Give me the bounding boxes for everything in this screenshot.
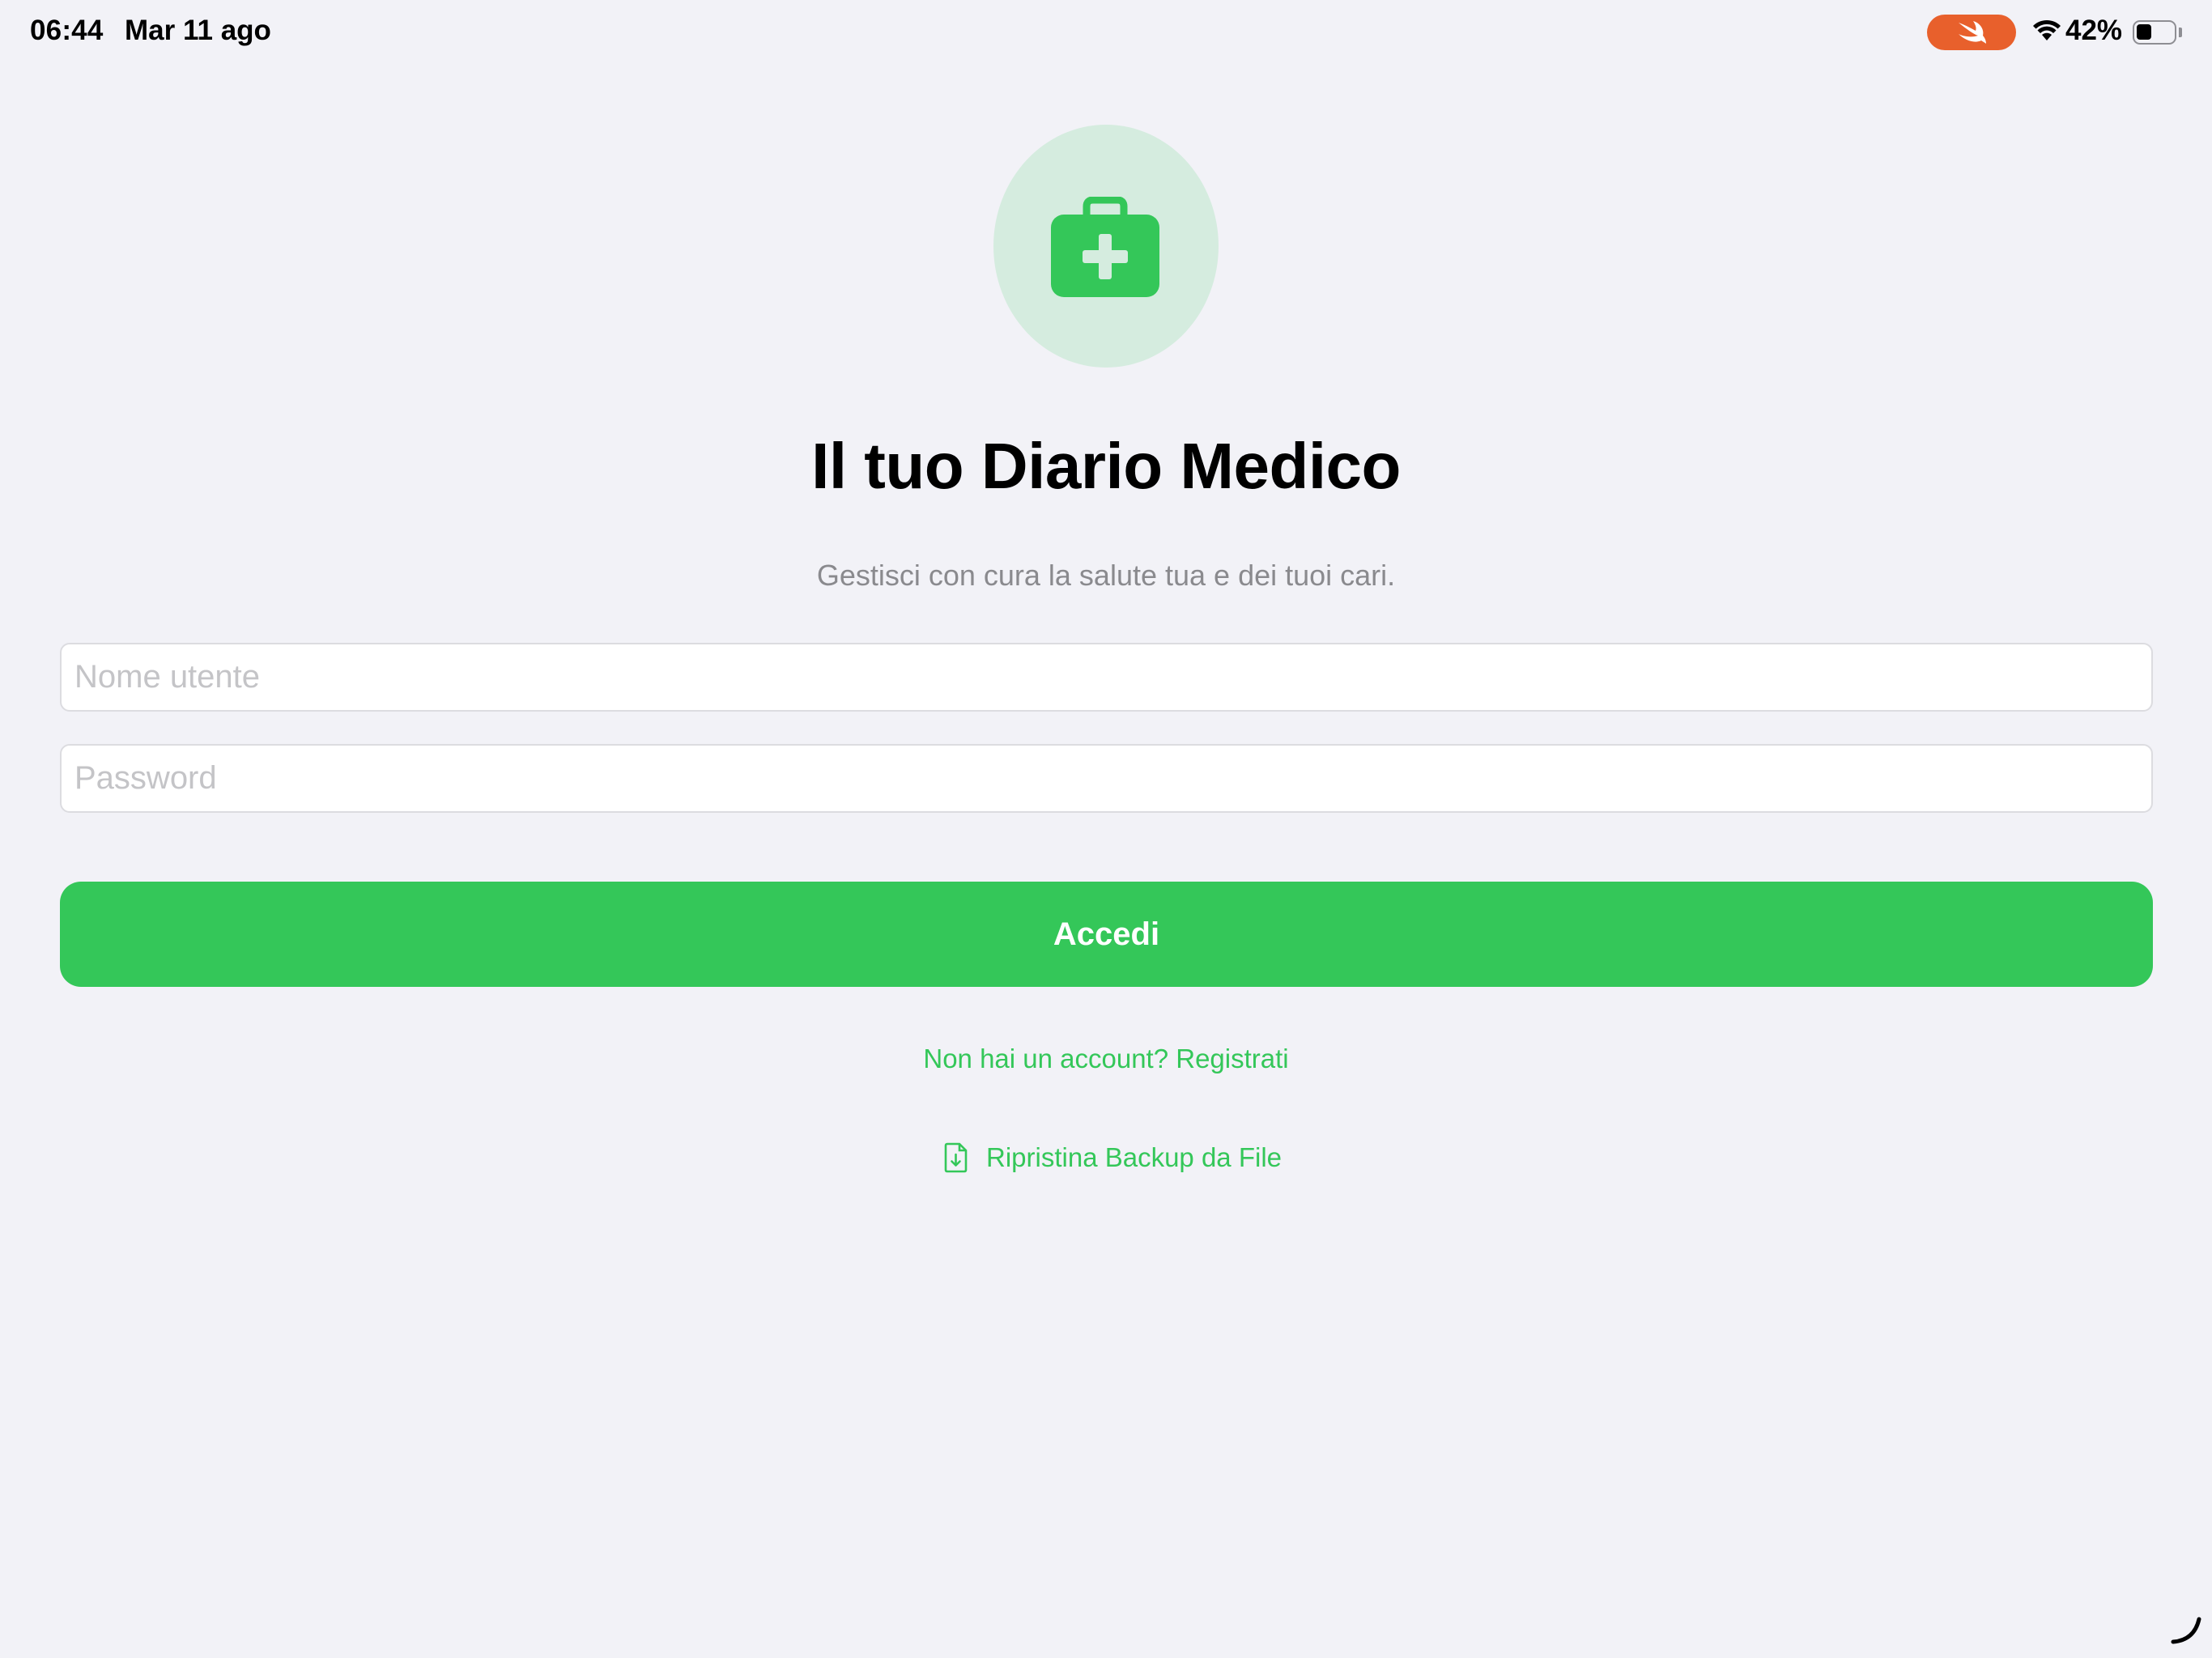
password-field[interactable] bbox=[60, 744, 2153, 813]
restore-backup-label: Ripristina Backup da File bbox=[986, 1142, 1282, 1172]
swift-icon bbox=[1959, 21, 1986, 44]
battery-level bbox=[2137, 24, 2151, 40]
battery-percent: 42% bbox=[2065, 15, 2123, 46]
battery-icon bbox=[2133, 20, 2176, 45]
page-title: Il tuo Diario Medico bbox=[811, 430, 1401, 502]
battery-cap bbox=[2179, 28, 2182, 37]
login-button[interactable]: Accedi bbox=[60, 882, 2153, 987]
swift-badge[interactable] bbox=[1927, 15, 2016, 50]
status-time: 06:44 bbox=[30, 15, 104, 46]
status-date: Mar 11 ago bbox=[125, 15, 271, 46]
page-subtitle: Gestisci con cura la salute tua e dei tu… bbox=[816, 559, 1396, 592]
username-field[interactable] bbox=[60, 643, 2153, 712]
restore-backup-button[interactable]: Ripristina Backup da File bbox=[944, 1137, 1282, 1178]
document-download-icon bbox=[944, 1142, 968, 1173]
resize-handle-icon[interactable] bbox=[2170, 1613, 2202, 1645]
login-button-label: Accedi bbox=[1053, 916, 1160, 952]
register-link[interactable]: Non hai un account? Registrati bbox=[0, 1044, 2212, 1074]
medical-bag-icon bbox=[1051, 197, 1159, 297]
wifi-icon bbox=[2033, 19, 2061, 40]
